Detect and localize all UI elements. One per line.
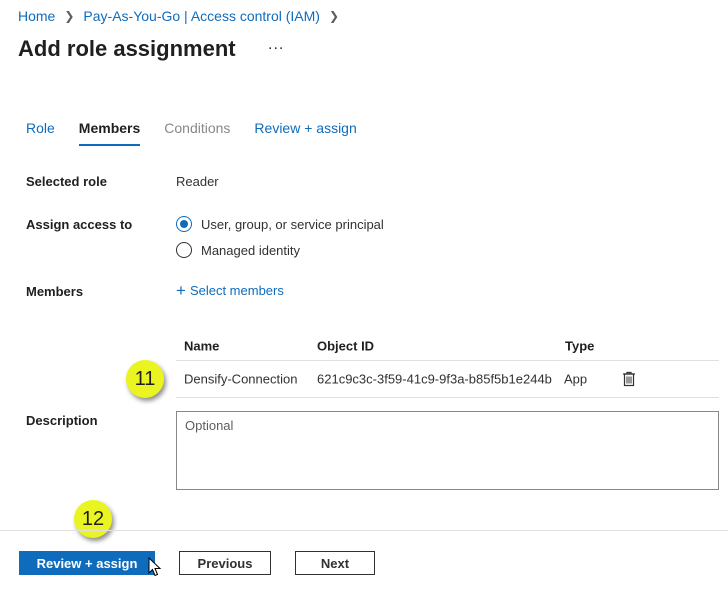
trash-icon[interactable] xyxy=(622,371,636,387)
page-title: Add role assignment xyxy=(18,36,236,61)
member-object-id: 621c9c3c-3f59-41c9-9f3a-b85f5b1e244b xyxy=(317,371,552,387)
next-button[interactable]: Next xyxy=(295,551,375,575)
more-options-icon[interactable]: ... xyxy=(268,36,284,54)
column-header-name: Name xyxy=(184,338,220,354)
mouse-cursor-icon xyxy=(148,556,162,577)
chevron-right-icon: ❯ xyxy=(64,9,75,23)
radio-label: User, group, or service principal xyxy=(201,216,384,232)
radio-checked-icon[interactable] xyxy=(176,216,192,232)
tab-role[interactable]: Role xyxy=(26,120,55,146)
member-type: App xyxy=(564,371,588,387)
description-label: Description xyxy=(26,413,98,428)
plus-icon: + xyxy=(176,281,186,300)
review-assign-button[interactable]: Review + assign xyxy=(19,551,155,575)
previous-button[interactable]: Previous xyxy=(179,551,271,575)
column-header-object-id: Object ID xyxy=(317,338,375,354)
members-table: Name Object ID Type Densify-Connection 6… xyxy=(176,332,719,398)
selected-role-label: Selected role xyxy=(26,174,107,189)
select-members-label: Select members xyxy=(189,283,284,298)
step-marker-11: 11 xyxy=(126,360,164,398)
table-header-row: Name Object ID Type xyxy=(176,332,719,361)
tab-review-assign[interactable]: Review + assign xyxy=(254,120,356,146)
breadcrumb-iam-link[interactable]: Pay-As-You-Go | Access control (IAM) xyxy=(83,8,320,24)
description-textarea[interactable]: Optional xyxy=(176,411,719,490)
select-members-link[interactable]: + Select members xyxy=(176,281,284,300)
selected-role-value: Reader xyxy=(176,174,219,189)
radio-user-group-sp[interactable]: User, group, or service principal xyxy=(176,216,384,232)
members-label: Members xyxy=(26,284,84,299)
table-row: Densify-Connection 621c9c3c-3f59-41c9-9f… xyxy=(176,361,719,398)
footer-divider xyxy=(0,530,728,531)
radio-managed-identity[interactable]: Managed identity xyxy=(176,242,300,258)
tab-bar: Role Members Conditions Review + assign xyxy=(26,120,357,146)
breadcrumb-home-link[interactable]: Home xyxy=(18,8,55,24)
breadcrumb: Home ❯ Pay-As-You-Go | Access control (I… xyxy=(18,8,348,24)
radio-unchecked-icon[interactable] xyxy=(176,242,192,258)
column-header-type: Type xyxy=(565,338,595,354)
tab-members[interactable]: Members xyxy=(78,120,141,146)
tab-conditions: Conditions xyxy=(164,120,231,136)
step-marker-12: 12 xyxy=(74,500,112,538)
member-name: Densify-Connection xyxy=(184,371,298,387)
radio-label: Managed identity xyxy=(201,242,301,258)
chevron-right-icon: ❯ xyxy=(328,9,340,23)
assign-access-label: Assign access to xyxy=(26,217,133,232)
